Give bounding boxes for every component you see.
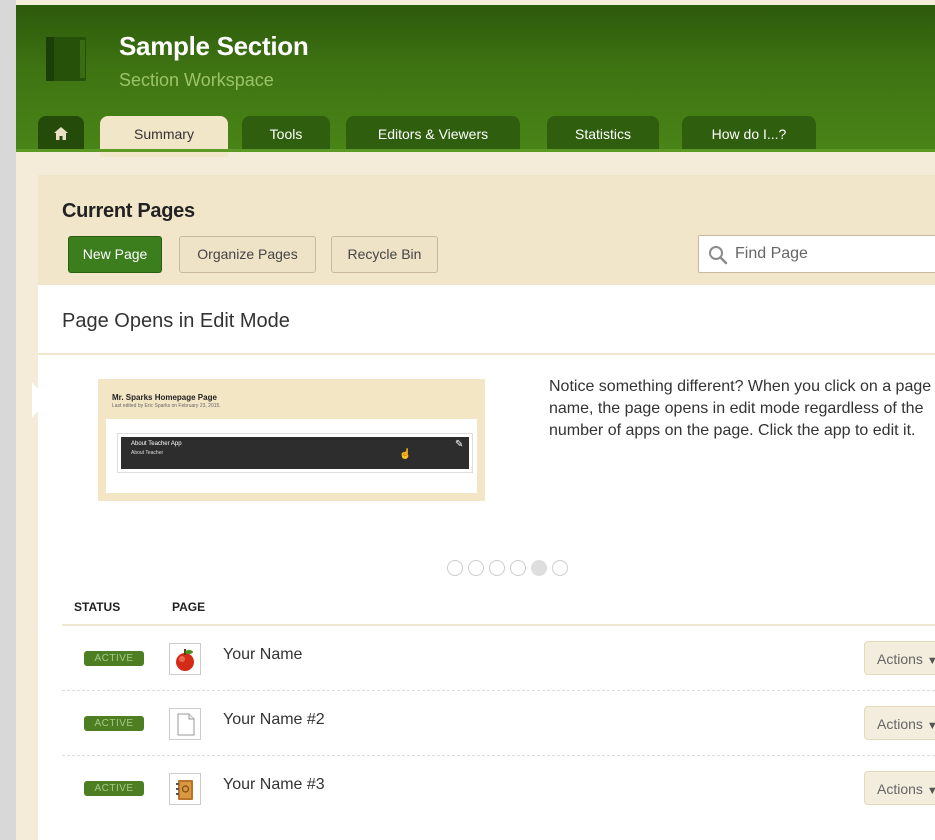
preview-app-box: About Teacher App About Teacher ☝ ✎ (117, 433, 473, 473)
carousel-dot[interactable] (510, 560, 526, 576)
organize-pages-button[interactable]: Organize Pages (179, 236, 316, 273)
tab-how-do-i[interactable]: How do I...? (682, 116, 816, 152)
actions-label: Actions (877, 716, 923, 732)
hand-cursor-icon: ☝ (399, 449, 412, 460)
table-row: ACTIVE Your Name #2 Actions ▼ (62, 691, 935, 756)
carousel-dots (447, 560, 573, 578)
book-icon (46, 37, 86, 81)
carousel-dot[interactable] (489, 560, 505, 576)
notice-title: Page Opens in Edit Mode (62, 310, 290, 332)
blank-page-icon (169, 708, 201, 740)
carousel-dot[interactable] (447, 560, 463, 576)
actions-label: Actions (877, 781, 923, 797)
search-icon (709, 246, 728, 265)
actions-dropdown[interactable]: Actions ▼ (864, 641, 935, 675)
content-panel: Current Pages New Page Organize Pages Re… (38, 175, 935, 840)
column-header-status[interactable]: STATUS (74, 600, 120, 614)
new-page-button[interactable]: New Page (68, 236, 162, 273)
carousel-dot-active[interactable] (531, 560, 547, 576)
tab-tools[interactable]: Tools (242, 116, 330, 152)
actions-dropdown[interactable]: Actions ▼ (864, 771, 935, 805)
preview-app-bar: About Teacher App About Teacher ☝ ✎ (121, 437, 469, 469)
address-book-icon (169, 773, 201, 805)
recycle-bin-button[interactable]: Recycle Bin (331, 236, 438, 273)
home-icon (54, 127, 68, 140)
tab-editors-viewers[interactable]: Editors & Viewers (346, 116, 520, 152)
table-row: ACTIVE Your Name Actions ▼ (62, 626, 935, 691)
carousel-dot[interactable] (552, 560, 568, 576)
actions-label: Actions (877, 651, 923, 667)
caret-down-icon: ▼ (926, 720, 935, 732)
actions-dropdown[interactable]: Actions ▼ (864, 706, 935, 740)
current-pages-toolbar: Current Pages New Page Organize Pages Re… (38, 175, 935, 285)
page-name-link[interactable]: Your Name (223, 646, 302, 664)
tab-bar: Summary Tools Editors & Viewers Statisti… (16, 116, 935, 157)
preview-page: Mr. Sparks Homepage Page Last edited by … (106, 387, 477, 493)
find-page-search (698, 235, 935, 273)
section-header: Sample Section Section Workspace Summary… (16, 5, 935, 157)
notice-body: Notice something different? When you cli… (549, 378, 932, 439)
column-header-page[interactable]: PAGE (172, 600, 205, 614)
apple-icon (169, 643, 201, 675)
status-badge: ACTIVE (84, 651, 144, 666)
page-name-link[interactable]: Your Name #3 (223, 776, 325, 794)
status-badge: ACTIVE (84, 781, 144, 796)
preview-page-title: Mr. Sparks Homepage Page (112, 393, 217, 402)
divider (38, 353, 935, 355)
current-pages-heading: Current Pages (62, 200, 195, 222)
page-name-link[interactable]: Your Name #2 (223, 711, 325, 729)
table-row: ACTIVE Your Name #3 Actions ▼ (62, 756, 935, 821)
carousel-dot[interactable] (468, 560, 484, 576)
tab-statistics[interactable]: Statistics (547, 116, 659, 152)
tab-home[interactable] (38, 116, 84, 152)
pencil-icon: ✎ (455, 439, 464, 450)
workspace-frame: Sample Section Section Workspace Summary… (16, 0, 935, 840)
section-title: Sample Section (119, 31, 309, 61)
status-badge: ACTIVE (84, 716, 144, 731)
edit-mode-preview-image: Mr. Sparks Homepage Page Last edited by … (98, 379, 485, 501)
preview-app-title: About Teacher App (131, 441, 182, 447)
carousel-prev-arrow[interactable] (32, 382, 48, 418)
caret-down-icon: ▼ (926, 655, 935, 667)
preview-app-subtitle: About Teacher (131, 450, 164, 456)
find-page-input[interactable] (735, 236, 935, 272)
tab-summary[interactable]: Summary (100, 116, 228, 157)
preview-header: Mr. Sparks Homepage Page Last edited by … (106, 387, 477, 419)
caret-down-icon: ▼ (926, 785, 935, 797)
preview-page-subtitle: Last edited by Eric Sparks on February 2… (112, 403, 221, 409)
section-subtitle: Section Workspace (119, 70, 274, 90)
